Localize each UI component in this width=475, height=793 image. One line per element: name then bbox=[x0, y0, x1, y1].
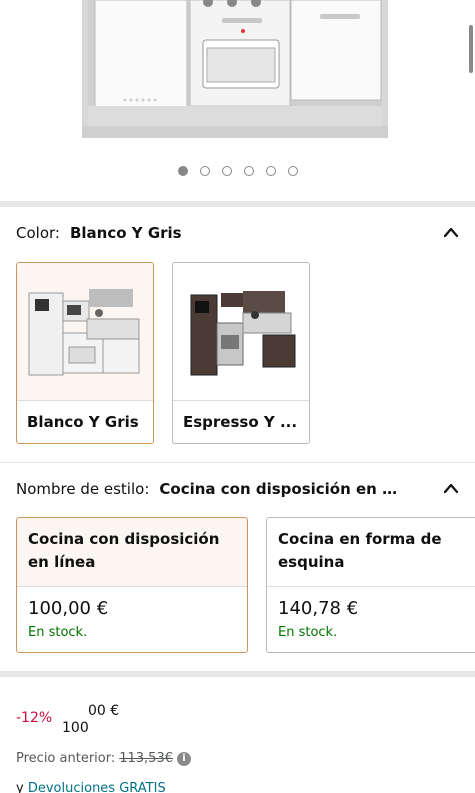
style-option-en-linea[interactable]: Cocina con disposición en línea 100,00 €… bbox=[16, 517, 248, 653]
color-option-label: Blanco Y Gris bbox=[27, 413, 139, 431]
color-option-thumbnail bbox=[173, 263, 309, 400]
style-label: Nombre de estilo: bbox=[16, 480, 150, 498]
product-image-area[interactable] bbox=[0, 0, 475, 200]
discount-percent: -12% bbox=[16, 710, 53, 726]
color-option-blanco-y-gris[interactable]: Blanco Y Gris bbox=[16, 262, 154, 444]
color-option-espresso-y[interactable]: Espresso Y ... bbox=[172, 262, 310, 444]
style-option-stock: En stock. bbox=[28, 625, 88, 640]
returns-prefix: y bbox=[16, 781, 24, 793]
color-option-thumbnail bbox=[17, 263, 153, 400]
section-divider bbox=[0, 462, 475, 463]
style-option-esquina[interactable]: Cocina en forma de esquina 140,78 € En s… bbox=[266, 517, 475, 653]
carousel-dot[interactable] bbox=[287, 166, 298, 176]
divider bbox=[17, 586, 247, 587]
chevron-up-icon[interactable] bbox=[443, 226, 459, 240]
previous-price: Precio anterior: 113,53€ i bbox=[16, 751, 191, 766]
color-option-label: Espresso Y ... bbox=[183, 413, 298, 431]
price-whole: 100 bbox=[62, 720, 89, 736]
style-option-stock: En stock. bbox=[278, 625, 338, 640]
style-option-title: Cocina en forma de esquina bbox=[278, 530, 442, 571]
section-divider bbox=[0, 671, 475, 677]
style-selected-value: Cocina con disposición en l... bbox=[159, 480, 400, 498]
divider bbox=[267, 586, 475, 587]
returns-link[interactable]: Devoluciones GRATIS bbox=[28, 781, 166, 793]
color-label: Color: bbox=[16, 224, 60, 242]
style-selector-header[interactable]: Nombre de estilo: Cocina con disposición… bbox=[16, 480, 459, 498]
carousel-dot[interactable] bbox=[221, 166, 232, 176]
section-divider bbox=[0, 201, 475, 207]
returns-line: y Devoluciones GRATIS bbox=[16, 781, 166, 793]
style-option-price: 100,00 € bbox=[28, 598, 109, 619]
color-selector-header[interactable]: Color: Blanco Y Gris bbox=[16, 224, 459, 242]
carousel-dot[interactable] bbox=[265, 166, 276, 176]
divider bbox=[173, 400, 309, 401]
color-selected-value: Blanco Y Gris bbox=[69, 224, 182, 242]
price-fraction: 00 € bbox=[88, 703, 120, 719]
carousel-dot[interactable] bbox=[199, 166, 210, 176]
previous-price-value: 113,53€ bbox=[119, 751, 173, 766]
style-option-title: Cocina con disposición en línea bbox=[17, 518, 247, 586]
previous-price-label: Precio anterior: bbox=[16, 751, 116, 766]
image-carousel-dots[interactable] bbox=[0, 166, 475, 176]
carousel-dot[interactable] bbox=[243, 166, 254, 176]
divider bbox=[17, 400, 153, 401]
style-option-price: 140,78 € bbox=[278, 598, 359, 619]
carousel-dot[interactable] bbox=[177, 166, 188, 176]
chevron-up-icon[interactable] bbox=[443, 482, 459, 496]
scrollbar[interactable] bbox=[469, 25, 473, 73]
info-icon[interactable]: i bbox=[177, 751, 191, 766]
